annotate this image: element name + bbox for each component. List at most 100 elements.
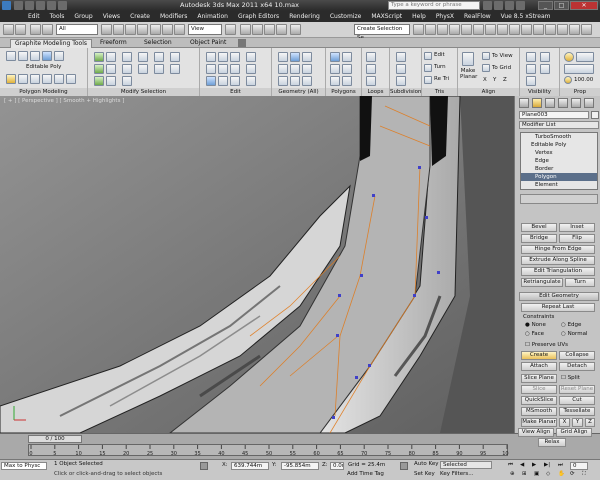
play-icon[interactable]: ▶ — [532, 462, 536, 468]
show-end-result-icon[interactable] — [42, 74, 52, 84]
tab-object-paint[interactable]: Object Paint — [186, 39, 230, 48]
hide-unselected-icon[interactable] — [540, 52, 550, 62]
reference-coordinate-dropdown[interactable]: View — [188, 24, 222, 35]
zoom-extents-icon[interactable]: ▣ — [534, 471, 539, 477]
angle-snap-icon[interactable] — [252, 24, 263, 35]
mirror-icon[interactable] — [413, 24, 424, 35]
object-color-swatch[interactable] — [591, 111, 599, 119]
modify-mode-icon[interactable] — [6, 74, 16, 84]
infocenter-icon[interactable] — [494, 1, 503, 10]
app-icon[interactable] — [2, 1, 11, 10]
flip-icon[interactable] — [330, 76, 340, 86]
hierarchy-tab-icon[interactable] — [545, 98, 555, 108]
track-bar[interactable]: 0 5 10 15 20 25 30 35 40 45 50 55 60 65 70 75 80 85 90 95 10… — [28, 444, 512, 457]
snap-toggle-icon[interactable] — [240, 24, 251, 35]
grow-loop-icon[interactable] — [94, 76, 104, 86]
add-time-tag[interactable]: Add Time Tag — [347, 471, 384, 477]
redo-icon[interactable] — [15, 24, 26, 35]
grow-selection-icon[interactable] — [94, 52, 104, 62]
curve-editor-icon[interactable] — [461, 24, 472, 35]
outline-icon[interactable] — [154, 52, 164, 62]
group-label[interactable]: Subdivision — [390, 88, 422, 96]
color-icon[interactable] — [564, 76, 572, 84]
edit-tri-icon[interactable] — [424, 52, 432, 60]
key-filters-button[interactable]: Key Filters... — [440, 471, 473, 477]
collapse-icon[interactable] — [278, 64, 288, 74]
split-checkbox[interactable]: ☐ Split — [561, 375, 580, 381]
relax-button[interactable]: Relax — [538, 438, 566, 447]
tessellate-button[interactable]: Tessellate — [559, 407, 595, 416]
constraints-icon[interactable] — [230, 76, 240, 86]
display-tab-icon[interactable] — [571, 98, 581, 108]
go-to-end-icon[interactable]: ⏭ — [558, 462, 563, 469]
select-link-icon[interactable] — [30, 24, 41, 35]
motion-tab-icon[interactable] — [558, 98, 568, 108]
save-file-icon[interactable] — [36, 1, 45, 10]
constraint-edge-radio[interactable]: ○ Edge — [561, 322, 581, 328]
preserve-uvs-icon[interactable] — [206, 52, 216, 62]
select-object-icon[interactable] — [101, 24, 112, 35]
group-label[interactable]: Prop — [560, 88, 600, 96]
unhide-all-icon[interactable] — [526, 64, 536, 74]
planar-x-button[interactable]: X — [559, 418, 570, 427]
smooth-30-icon[interactable] — [564, 64, 594, 74]
edit-named-selection-icon[interactable] — [290, 24, 301, 35]
attach-button[interactable]: Attach — [521, 362, 557, 371]
tweak-icon[interactable] — [218, 52, 228, 62]
element-mode-icon[interactable] — [54, 51, 64, 61]
z-coordinate-field[interactable]: 0.0m — [330, 462, 344, 470]
vertex-mode-icon[interactable] — [6, 51, 16, 61]
quickslice-button[interactable]: QuickSlice — [521, 396, 557, 405]
meshsmooth-icon[interactable] — [396, 52, 406, 62]
percent-snap-icon[interactable] — [264, 24, 275, 35]
align-z-button[interactable]: Z — [503, 77, 507, 83]
make-planar-icon[interactable] — [462, 52, 474, 66]
menu-rendering[interactable]: Rendering — [289, 13, 320, 20]
flip-button[interactable]: Flip — [559, 234, 595, 243]
to-grid-label[interactable]: To Grid — [492, 65, 511, 71]
redo-icon[interactable] — [58, 1, 67, 10]
group-label[interactable]: Modify Selection — [88, 88, 199, 96]
move-icon[interactable] — [150, 24, 161, 35]
props-value[interactable]: 100.00 — [574, 77, 593, 83]
stack-down-icon[interactable] — [30, 74, 40, 84]
hinge-from-edge-button[interactable]: Hinge From Edge — [521, 245, 595, 254]
group-label[interactable]: Polygons — [326, 88, 361, 96]
maxscript-listener[interactable]: Max to Physc — [1, 462, 47, 470]
rotate-icon[interactable] — [162, 24, 173, 35]
detach-icon[interactable] — [290, 64, 300, 74]
tab-graphite-modeling-tools[interactable]: Graphite Modeling Tools — [10, 39, 93, 48]
scale-icon[interactable] — [174, 24, 185, 35]
menu-modifiers[interactable]: Modifiers — [160, 13, 187, 20]
ring-shrink-icon[interactable] — [122, 64, 132, 74]
menu-vue-xstream[interactable]: Vue 8.5 xStream — [501, 13, 551, 20]
hide-selected-icon[interactable] — [526, 52, 536, 62]
ring-selection-icon[interactable] — [106, 64, 116, 74]
stack-item-editable-poly[interactable]: Editable Poly — [521, 141, 597, 149]
align-x-button[interactable]: X — [483, 77, 487, 83]
maximize-button[interactable]: □ — [554, 1, 569, 10]
retri-icon[interactable] — [424, 76, 432, 84]
schematic-view-icon[interactable] — [473, 24, 484, 35]
planar-z-button[interactable]: Z — [585, 418, 595, 427]
group-label[interactable]: Geometry (All) — [272, 88, 325, 96]
menu-create[interactable]: Create — [130, 13, 150, 20]
group-label[interactable]: Edit — [200, 88, 271, 96]
collapse-stack-icon[interactable] — [54, 74, 64, 84]
msmooth-button[interactable]: MSmooth — [521, 407, 557, 416]
view-align-button[interactable]: View Align — [518, 428, 554, 437]
auto-key-filter-dropdown[interactable]: Selected — [440, 461, 492, 469]
bridge-button[interactable]: Bridge — [521, 234, 557, 243]
smooth-icon[interactable] — [576, 52, 594, 62]
reset-plane-button[interactable]: Reset Plane — [559, 385, 595, 394]
polygon-mode-icon[interactable] — [42, 51, 52, 61]
attach-icon[interactable] — [302, 52, 312, 62]
rectangular-selection-icon[interactable] — [125, 24, 136, 35]
copy-icon[interactable] — [540, 64, 550, 74]
y-coordinate-field[interactable]: -95.854m — [281, 462, 319, 470]
pan-icon[interactable]: ✋ — [558, 471, 565, 477]
previous-frame-icon[interactable]: ◀ — [520, 462, 524, 468]
orbit-icon[interactable]: ⟳ — [570, 471, 575, 477]
constraint-none-radio[interactable]: ● None — [525, 322, 546, 328]
extrude-along-spline-button[interactable]: Extrude Along Spline — [521, 256, 595, 265]
